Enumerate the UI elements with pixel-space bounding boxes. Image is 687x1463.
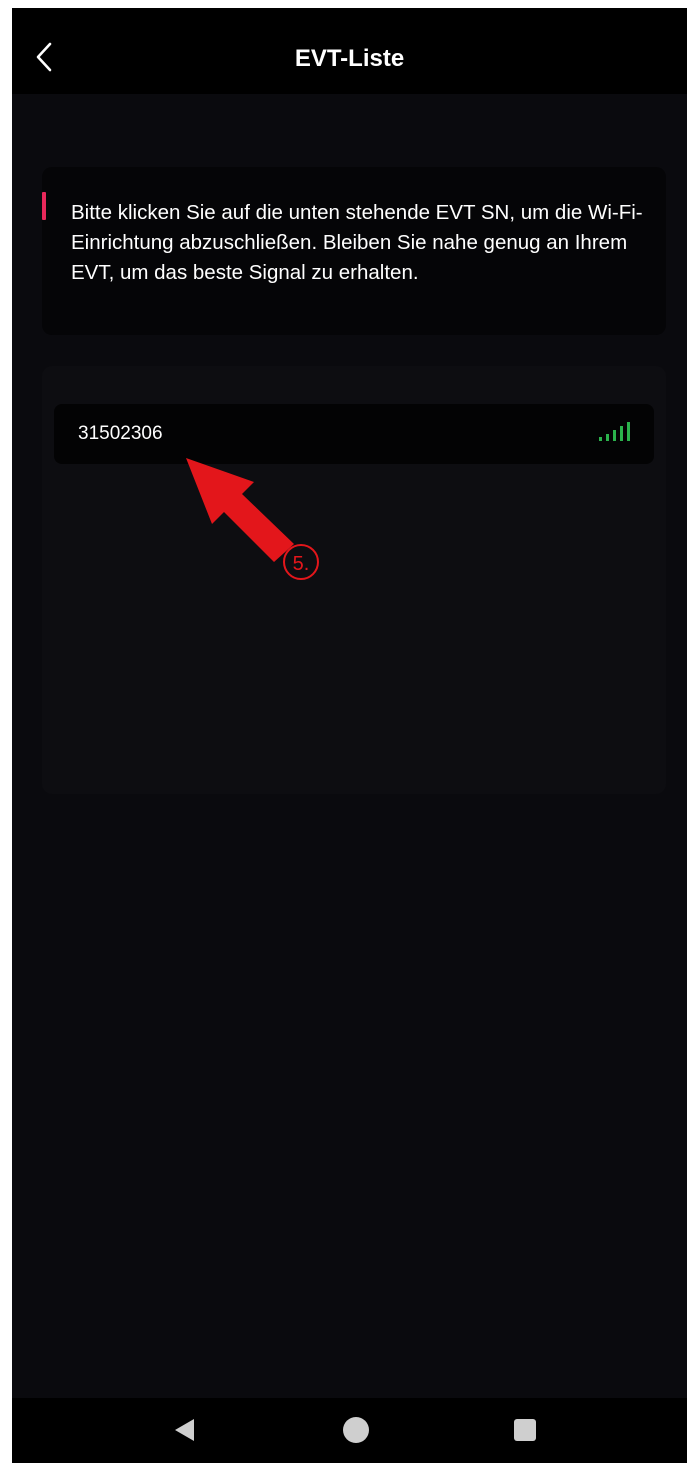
nav-back-button[interactable] <box>165 1410 205 1450</box>
app-screen: EVT-Liste Bitte klicken Sie auf die unte… <box>12 8 687 1463</box>
nav-home-button[interactable] <box>336 1410 376 1450</box>
evt-list: 31502306 <box>42 366 666 794</box>
instruction-card: Bitte klicken Sie auf die unten stehende… <box>42 167 666 335</box>
page-title: EVT-Liste <box>294 45 405 72</box>
evt-serial-number: 31502306 <box>78 423 163 444</box>
signal-strength-icon <box>599 422 630 441</box>
instruction-text: Bitte klicken Sie auf die unten stehende… <box>71 201 643 284</box>
accent-bar <box>42 192 46 220</box>
top-app-bar: EVT-Liste <box>12 8 687 94</box>
step-annotation: 5. <box>186 458 319 580</box>
nav-recents-button[interactable] <box>505 1410 545 1450</box>
step-number-label: 5. <box>293 553 310 575</box>
android-navigation-bar <box>12 1398 687 1463</box>
triangle-back-icon <box>175 1419 194 1441</box>
circle-home-icon <box>343 1417 369 1443</box>
evt-list-item[interactable]: 31502306 <box>54 404 654 464</box>
square-recents-icon <box>514 1419 536 1441</box>
red-arrow-icon <box>186 458 294 562</box>
